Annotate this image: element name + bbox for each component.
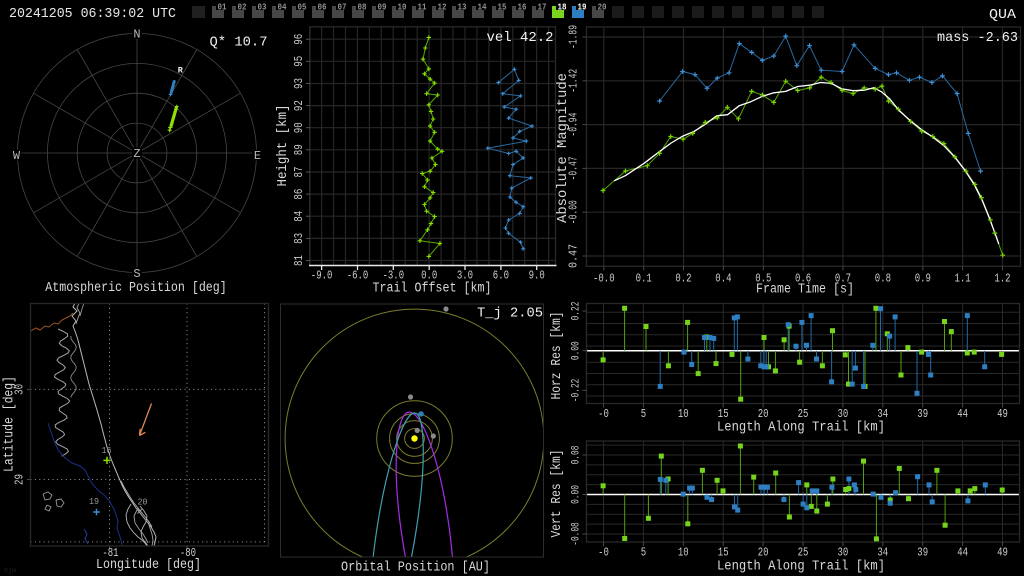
svg-text:89: 89 xyxy=(293,144,306,155)
svg-text:39: 39 xyxy=(917,408,928,421)
svg-text:6.0: 6.0 xyxy=(493,270,509,283)
svg-text:81: 81 xyxy=(293,255,306,266)
svg-text:95: 95 xyxy=(293,56,306,67)
svg-text:Orbital Position [AU]: Orbital Position [AU] xyxy=(341,560,490,576)
svg-text:05: 05 xyxy=(298,3,307,13)
svg-text:-1.89: -1.89 xyxy=(568,25,581,49)
svg-text:-0: -0 xyxy=(598,408,609,421)
svg-text:20: 20 xyxy=(598,3,607,13)
svg-text:44: 44 xyxy=(957,408,968,421)
svg-text:0.1: 0.1 xyxy=(636,272,652,285)
svg-text:10: 10 xyxy=(398,3,407,13)
svg-text:18: 18 xyxy=(558,3,567,13)
svg-text:W: W xyxy=(13,149,21,163)
svg-text:N: N xyxy=(133,28,140,42)
svg-text:9.0: 9.0 xyxy=(529,270,545,283)
svg-text:0.8: 0.8 xyxy=(875,272,891,285)
svg-text:Latitude [deg]: Latitude [deg] xyxy=(3,376,18,472)
svg-text:19: 19 xyxy=(578,3,587,13)
svg-text:E: E xyxy=(254,149,261,163)
svg-text:49: 49 xyxy=(997,547,1008,560)
svg-text:15: 15 xyxy=(498,3,507,13)
svg-text:09: 09 xyxy=(378,3,387,13)
svg-text:49: 49 xyxy=(997,408,1008,421)
svg-text:-0: -0 xyxy=(598,547,609,560)
svg-text:29: 29 xyxy=(14,474,27,485)
svg-text:Atmospheric Position [deg]: Atmospheric Position [deg] xyxy=(45,280,227,296)
svg-text:vel 42.2: vel 42.2 xyxy=(487,30,554,46)
svg-text:Height [km]: Height [km] xyxy=(275,105,291,187)
svg-text:12: 12 xyxy=(438,3,447,13)
svg-text:0.22: 0.22 xyxy=(571,302,583,321)
svg-text:02: 02 xyxy=(238,3,247,13)
svg-text:90: 90 xyxy=(293,122,306,133)
svg-text:mass -2.63: mass -2.63 xyxy=(937,30,1018,46)
svg-text:0.08: 0.08 xyxy=(571,446,583,465)
svg-text:0.47: 0.47 xyxy=(568,244,581,268)
svg-text:Trail Offset [km]: Trail Offset [km] xyxy=(373,281,492,297)
svg-text:04: 04 xyxy=(278,3,287,13)
svg-text:14: 14 xyxy=(478,3,487,13)
svg-text:5: 5 xyxy=(641,408,646,421)
svg-text:Frame Time [s]: Frame Time [s] xyxy=(756,282,854,298)
svg-text:10: 10 xyxy=(678,408,689,421)
svg-text:08: 08 xyxy=(358,3,367,13)
svg-text:Length Along Trail [km]: Length Along Trail [km] xyxy=(717,559,885,575)
svg-text:96: 96 xyxy=(293,34,306,45)
svg-text:Vert Res [km]: Vert Res [km] xyxy=(550,450,565,538)
svg-text:0.2: 0.2 xyxy=(675,272,691,285)
svg-text:Absolute Magnitude: Absolute Magnitude xyxy=(555,73,571,223)
svg-text:QUA: QUA xyxy=(989,7,1017,23)
svg-text:01: 01 xyxy=(218,3,227,13)
svg-text:87: 87 xyxy=(293,167,306,178)
svg-text:-0.22: -0.22 xyxy=(571,379,583,403)
svg-text:T_j 2.05: T_j 2.05 xyxy=(477,306,543,322)
svg-text:16: 16 xyxy=(518,3,527,13)
svg-text:-0.0: -0.0 xyxy=(593,272,615,285)
svg-text:13: 13 xyxy=(458,3,467,13)
svg-text:0.4: 0.4 xyxy=(715,272,731,285)
svg-text:-0.08: -0.08 xyxy=(571,522,583,546)
svg-text:R: R xyxy=(178,66,184,76)
svg-text:-6.0: -6.0 xyxy=(347,270,369,283)
svg-text:Length Along Trail [km]: Length Along Trail [km] xyxy=(717,420,885,436)
svg-text:Q* 10.7: Q* 10.7 xyxy=(210,35,268,51)
svg-text:Horz Res [km]: Horz Res [km] xyxy=(550,312,565,400)
svg-text:03: 03 xyxy=(258,3,267,13)
svg-text:20241205 06:39:02 UTC: 20241205 06:39:02 UTC xyxy=(9,6,176,22)
svg-text:1.1: 1.1 xyxy=(955,272,971,285)
svg-text:44: 44 xyxy=(957,547,968,560)
svg-text:njw: njw xyxy=(4,567,17,575)
svg-text:19: 19 xyxy=(89,496,99,507)
svg-text:39: 39 xyxy=(917,547,928,560)
svg-text:06: 06 xyxy=(318,3,327,13)
svg-text:Longitude [deg]: Longitude [deg] xyxy=(96,557,201,573)
svg-text:Z: Z xyxy=(133,147,140,161)
svg-text:0.9: 0.9 xyxy=(915,272,931,285)
svg-text:1.2: 1.2 xyxy=(994,272,1010,285)
svg-text:0.00: 0.00 xyxy=(571,341,583,360)
svg-text:83: 83 xyxy=(293,233,306,244)
svg-text:20: 20 xyxy=(138,497,148,508)
svg-text:93: 93 xyxy=(293,78,306,89)
svg-text:84: 84 xyxy=(293,211,306,222)
svg-text:92: 92 xyxy=(293,100,306,111)
svg-text:07: 07 xyxy=(338,3,347,13)
svg-text:86: 86 xyxy=(293,189,306,200)
svg-text:-9.0: -9.0 xyxy=(311,270,333,283)
svg-text:10: 10 xyxy=(678,547,689,560)
svg-text:0.00: 0.00 xyxy=(571,485,583,504)
svg-text:5: 5 xyxy=(641,547,646,560)
svg-text:17: 17 xyxy=(538,3,547,13)
svg-text:16: 16 xyxy=(102,445,112,456)
svg-text:11: 11 xyxy=(418,3,427,13)
